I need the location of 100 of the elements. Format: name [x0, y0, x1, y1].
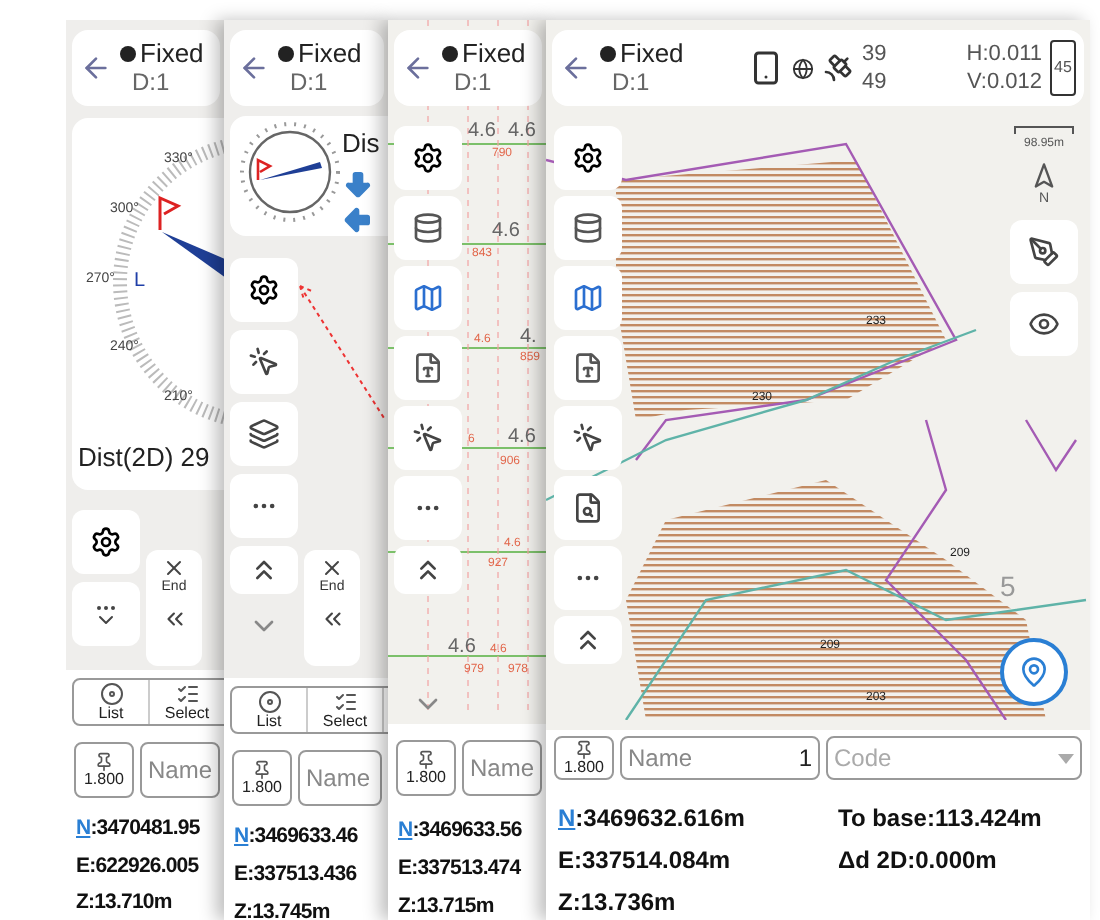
file-search-button[interactable] — [554, 476, 622, 540]
coordinate-value: E:622926.005 — [76, 851, 201, 881]
map-label: 4.6 — [508, 426, 536, 448]
phone-icon — [748, 50, 784, 86]
bottom-tab[interactable]: List — [232, 688, 308, 732]
map-label: 4.6 — [448, 636, 476, 658]
file-button[interactable] — [394, 336, 462, 400]
pole-icon — [416, 750, 436, 770]
distance-label: Dis — [342, 126, 380, 162]
database-icon — [412, 212, 444, 244]
settings-button[interactable] — [230, 258, 298, 322]
pole-height-button[interactable]: 1.800 — [74, 741, 134, 798]
coordinate-value: E:337513.474 — [398, 853, 523, 884]
name-field[interactable]: Name 1 — [620, 736, 820, 780]
coordinate-value: Z:13.745m — [234, 897, 332, 920]
map-label: 4.6 — [508, 120, 536, 142]
coordinate-value: N:3469633.46 — [234, 822, 360, 852]
pointer-icon — [572, 422, 604, 454]
settings-icon — [248, 274, 280, 306]
needle-icon — [162, 232, 226, 278]
north-arrow-icon — [1030, 162, 1058, 190]
coordinate-value: N:3469633.56 — [398, 816, 524, 846]
globe-icon — [792, 57, 814, 79]
layers-icon — [248, 418, 280, 450]
list-icon — [99, 681, 123, 706]
pole-icon — [252, 760, 272, 780]
pointer-button[interactable] — [230, 330, 298, 394]
precision-value: V:0.012 — [966, 68, 1042, 96]
map-button[interactable] — [394, 266, 462, 330]
precision-value: H:0.011 — [966, 40, 1042, 68]
map-button[interactable] — [554, 266, 622, 330]
stakeout-button[interactable] — [1010, 219, 1078, 283]
close-icon[interactable] — [162, 555, 186, 580]
location-pin-icon — [1018, 656, 1050, 688]
name-field[interactable]: Name — [298, 750, 382, 806]
layers-button[interactable] — [230, 402, 298, 466]
visibility-button[interactable] — [1010, 291, 1078, 355]
satellite-count: 39 — [862, 40, 887, 68]
diff-age: D:1 — [610, 68, 652, 98]
expand-button[interactable] — [230, 546, 298, 594]
point-label: L — [134, 270, 146, 292]
settings-button[interactable] — [72, 509, 140, 574]
database-icon — [572, 212, 604, 244]
pointer-button[interactable] — [394, 406, 462, 470]
settings-icon — [572, 142, 604, 174]
back-icon[interactable] — [402, 52, 434, 84]
settings-button[interactable] — [554, 126, 622, 190]
coordinate-value: E:337513.436 — [234, 859, 359, 890]
distance-label: Dist(2D) 29 — [76, 440, 212, 476]
select-icon — [333, 690, 357, 714]
eye-icon — [1028, 307, 1060, 339]
diff-age: D:1 — [130, 68, 172, 98]
pole-height-button[interactable]: 1.800 — [554, 736, 614, 780]
select-icon — [175, 681, 199, 706]
database-button[interactable] — [394, 196, 462, 260]
settings-button[interactable] — [394, 126, 462, 190]
caret-icon — [1058, 753, 1074, 763]
fix-status: Fixed — [600, 38, 740, 68]
satellite-icon — [822, 52, 854, 84]
map-icon — [412, 282, 444, 314]
close-icon[interactable] — [320, 556, 344, 580]
flag-icon — [158, 195, 182, 230]
fix-status: Fixed — [278, 38, 362, 68]
back-icon[interactable] — [238, 52, 270, 84]
coordinate-value: To base:113.424m — [838, 802, 1044, 836]
down-arrow-icon — [342, 167, 374, 199]
coordinate-value: N:3470481.95 — [76, 813, 202, 844]
expand-button[interactable] — [554, 616, 622, 664]
name-field[interactable]: Name — [140, 741, 221, 798]
list-icon — [257, 690, 281, 714]
database-button[interactable] — [554, 196, 622, 260]
expand-button[interactable] — [394, 546, 462, 594]
coordinate-value: E:337514.084m — [558, 844, 733, 878]
location-button[interactable] — [1000, 638, 1068, 706]
map-label: 5 — [1000, 570, 1016, 602]
back-icon[interactable] — [560, 52, 592, 84]
pole-icon — [94, 751, 114, 772]
settings-icon — [90, 525, 122, 558]
map-label: 4. — [520, 326, 537, 348]
pole-icon — [574, 740, 594, 760]
back-icon[interactable] — [80, 52, 112, 84]
file-button[interactable] — [554, 336, 622, 400]
pointer-icon — [412, 422, 444, 454]
bottom-tab[interactable]: Select — [308, 688, 384, 732]
bottom-tab[interactable]: List — [74, 679, 150, 724]
coordinate-value: Z:13.710m — [76, 888, 174, 919]
name-field[interactable]: Name — [462, 740, 543, 796]
pointer-icon — [248, 346, 280, 378]
file-search-icon — [572, 492, 604, 524]
pointer-button[interactable] — [554, 406, 622, 470]
satellite-count: 49 — [862, 68, 887, 96]
coordinate-value: Z:13.715m — [398, 891, 496, 920]
fix-status: Fixed — [442, 38, 526, 68]
pole-height-button[interactable]: 1.800 — [396, 740, 456, 796]
map-label: 4.6 — [468, 120, 496, 142]
dashed-arrow — [296, 282, 388, 422]
pole-height-button[interactable]: 1.800 — [232, 750, 292, 806]
diff-age: D:1 — [288, 68, 330, 98]
file-icon — [572, 352, 604, 384]
battery-level: 45 — [1050, 40, 1076, 96]
